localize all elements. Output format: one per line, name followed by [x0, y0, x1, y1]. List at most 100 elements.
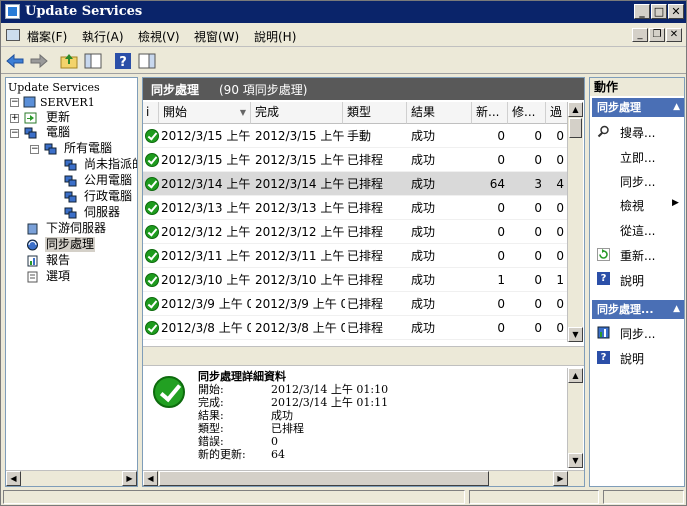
- detail-value: 64: [271, 448, 285, 461]
- sync-row[interactable]: 2012/3/14 上午 ...2012/3/14 上午 ...已排程成功643…: [143, 172, 568, 196]
- detail-label: 完成:: [198, 396, 224, 409]
- tree-unassigned[interactable]: 尚未指派的: [84, 157, 137, 172]
- cell-end: 2012/3/15 上午 ...: [255, 129, 345, 143]
- menu-view[interactable]: 檢視(V): [138, 28, 180, 45]
- sync-row[interactable]: 2012/3/11 上午 ...2012/3/11 上午 ...已排程成功000: [143, 244, 568, 268]
- tree-servers[interactable]: 伺服器: [84, 205, 120, 220]
- forward-icon[interactable]: [29, 52, 49, 70]
- scroll-thumb[interactable]: [159, 471, 489, 486]
- scroll-left-icon[interactable]: ◀: [143, 471, 158, 486]
- cell-result: 成功: [411, 177, 436, 191]
- action-sync-now[interactable]: 立即...: [620, 149, 655, 166]
- tree-all-computers[interactable]: 所有電腦: [64, 141, 112, 156]
- cell-result: 成功: [411, 201, 436, 215]
- action-sync-options[interactable]: 同步...: [620, 173, 655, 190]
- back-icon[interactable]: [5, 52, 25, 70]
- expand-icon[interactable]: +: [10, 114, 19, 123]
- action-refresh[interactable]: 重新...: [620, 247, 655, 264]
- detail-value: 成功: [271, 409, 293, 422]
- sync-row[interactable]: 2012/3/9 上午 0...2012/3/9 上午 0...已排程成功000: [143, 292, 568, 316]
- sync-row[interactable]: 2012/3/10 上午 ...2012/3/10 上午 ...已排程成功101: [143, 268, 568, 292]
- sync-row[interactable]: 2012/3/15 上午 ...2012/3/15 上午 ...已排程成功000: [143, 148, 568, 172]
- action-view[interactable]: 檢視: [620, 197, 644, 214]
- action-sync-report[interactable]: 同步...: [620, 325, 655, 342]
- up-folder-icon[interactable]: [59, 52, 79, 70]
- scroll-down-icon[interactable]: ▼: [568, 453, 583, 468]
- sync-row[interactable]: 2012/3/13 上午 ...2012/3/13 上午 ...已排程成功000: [143, 196, 568, 220]
- detail-value: 2012/3/14 上午 01:11: [271, 396, 389, 409]
- menu-file[interactable]: 檔案(F): [27, 28, 67, 45]
- sync-row[interactable]: 2012/3/15 上午 ...2012/3/15 上午 ...手動成功000: [143, 124, 568, 148]
- collapse-icon[interactable]: −: [10, 98, 19, 107]
- detail-value: 已排程: [271, 422, 304, 435]
- menu-action[interactable]: 執行(A): [82, 28, 124, 45]
- app-icon: [5, 4, 20, 19]
- details-vscrollbar[interactable]: ▲ ▼: [567, 368, 583, 468]
- tree-downstream[interactable]: 下游伺服器: [46, 221, 106, 236]
- results-hscrollbar[interactable]: ◀ ▶: [143, 470, 584, 486]
- tree-synchronizations[interactable]: 同步處理: [45, 237, 96, 252]
- show-hide-tree-icon[interactable]: [83, 52, 103, 70]
- menu-window[interactable]: 視窗(W): [194, 28, 239, 45]
- show-hide-action-pane-icon[interactable]: [137, 52, 157, 70]
- cell-type: 已排程: [347, 273, 384, 287]
- maximize-button[interactable]: □: [651, 4, 667, 19]
- list-vscrollbar[interactable]: ▲ ▼: [567, 102, 583, 342]
- tree-computers[interactable]: 電腦: [46, 125, 70, 140]
- menu-help[interactable]: 說明(H): [254, 28, 296, 45]
- actions-section-sync-item[interactable]: 同步處理... ▲: [592, 300, 684, 319]
- column-start[interactable]: 開始 ▼: [159, 102, 251, 124]
- scroll-right-icon[interactable]: ▶: [122, 471, 137, 486]
- collapse-caret-icon[interactable]: ▲: [673, 98, 680, 117]
- help-icon[interactable]: ?: [113, 52, 133, 70]
- scroll-up-icon[interactable]: ▲: [568, 102, 583, 117]
- minimize-button[interactable]: _: [634, 4, 650, 19]
- sync-row[interactable]: 2012/3/12 上午 ...2012/3/12 上午 ...已排程成功000: [143, 220, 568, 244]
- cell-end: 2012/3/9 上午 0...: [255, 297, 345, 311]
- child-restore-button[interactable]: ❐: [649, 28, 665, 42]
- tree-updates[interactable]: 更新: [46, 110, 70, 125]
- scroll-up-icon[interactable]: ▲: [568, 368, 583, 383]
- actions-section-sync-item-label: 同步處理...: [597, 303, 654, 316]
- action-new-window[interactable]: 從這...: [620, 222, 655, 239]
- action-search[interactable]: 搜尋...: [620, 124, 655, 141]
- column-result[interactable]: 結果: [407, 102, 472, 124]
- scroll-right-icon[interactable]: ▶: [553, 471, 568, 486]
- tree-options[interactable]: 選項: [46, 269, 70, 284]
- column-revised[interactable]: 修...: [508, 102, 546, 124]
- action-help[interactable]: 說明: [620, 272, 644, 289]
- collapse-icon[interactable]: −: [10, 129, 19, 138]
- sync-row[interactable]: 2012/3/8 上午 0...2012/3/8 上午 0...已排程成功000: [143, 316, 568, 340]
- collapse-icon[interactable]: −: [30, 145, 39, 154]
- scroll-down-icon[interactable]: ▼: [568, 327, 583, 342]
- tree-server1[interactable]: SERVER1: [40, 95, 95, 110]
- column-expired[interactable]: 過: [546, 102, 568, 124]
- results-title: 同步處理: [151, 83, 200, 97]
- close-button[interactable]: ✕: [668, 4, 684, 19]
- cell-result: 成功: [411, 129, 436, 143]
- column-start-label: 開始: [163, 105, 188, 119]
- tree-reports[interactable]: 報告: [46, 253, 70, 268]
- actions-header: 動作: [590, 78, 684, 96]
- scroll-thumb[interactable]: [569, 118, 582, 138]
- tree-admin-computers[interactable]: 行政電腦: [84, 189, 132, 204]
- column-new[interactable]: 新...: [472, 102, 508, 124]
- success-icon: [145, 273, 159, 287]
- cell-start: 2012/3/14 上午 ...: [161, 177, 251, 191]
- tree-update-services[interactable]: Update Services: [8, 80, 100, 95]
- cell-rev: 0: [534, 153, 542, 167]
- column-end[interactable]: 完成: [251, 102, 343, 124]
- child-minimize-button[interactable]: _: [632, 28, 648, 42]
- scroll-left-icon[interactable]: ◀: [6, 471, 21, 486]
- pane-splitter[interactable]: [143, 346, 584, 366]
- collapse-caret-icon[interactable]: ▲: [673, 300, 680, 319]
- sync-report-icon: [597, 326, 610, 339]
- actions-section-sync[interactable]: 同步處理 ▲: [592, 98, 684, 117]
- tree-public-computers[interactable]: 公用電腦: [84, 173, 132, 188]
- column-type[interactable]: 類型: [343, 102, 407, 124]
- cell-new: 0: [497, 297, 505, 311]
- child-close-button[interactable]: ✕: [666, 28, 682, 42]
- info-column-header[interactable]: i: [143, 102, 159, 124]
- action-help-2[interactable]: 說明: [620, 350, 644, 367]
- tree-hscrollbar[interactable]: ◀ ▶: [6, 470, 137, 486]
